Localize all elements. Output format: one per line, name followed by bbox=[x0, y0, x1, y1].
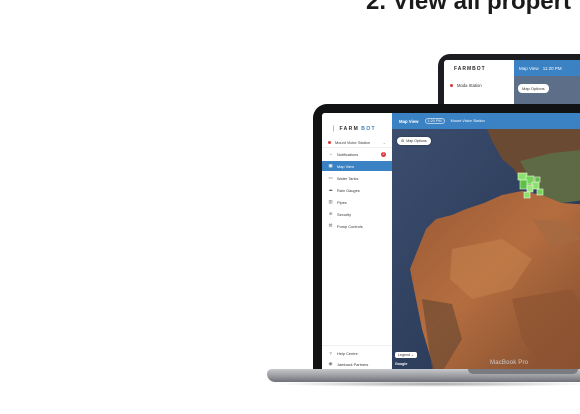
sidebar-item-label: Notifications bbox=[337, 151, 359, 157]
notification-badge: 2 bbox=[381, 151, 386, 157]
front-laptop-screen: ❘ FARM BOT Mount Victor Station ⌄ ◔ Notif… bbox=[322, 113, 580, 369]
back-station-label: Moda Station bbox=[457, 83, 482, 88]
sidebar-item-label: Water Tanks bbox=[337, 175, 359, 181]
topbar-station: Mount Victor Station bbox=[450, 119, 485, 123]
sidebar-item-partners[interactable]: ◉ Jamback Partners bbox=[322, 359, 392, 369]
help-icon: ? bbox=[329, 350, 332, 356]
back-topbar-time: 11:20 PM bbox=[542, 65, 562, 71]
leaf-icon: ❘ bbox=[331, 126, 338, 132]
station-name: Mount Victor Station bbox=[335, 139, 370, 145]
sidebar-item-pipes[interactable]: ▥ Pipes bbox=[322, 197, 392, 207]
front-laptop: ❘ FARM BOT Mount Victor Station ⌄ ◔ Notif… bbox=[313, 104, 580, 369]
sidebar-item-rain-gauges[interactable]: ☁ Rain Gauges bbox=[322, 185, 392, 195]
topbar: Map View 1:20 PM Mount Victor Station bbox=[392, 113, 580, 129]
rain-icon: ☁ bbox=[328, 187, 333, 192]
divider bbox=[322, 345, 392, 346]
tank-icon: ▭ bbox=[328, 175, 333, 180]
station-selector[interactable]: Mount Victor Station ⌄ bbox=[322, 137, 392, 147]
device-brand: MacBook Pro bbox=[490, 360, 529, 366]
sidebar-item-label: Map View bbox=[337, 163, 355, 169]
legend-label: Legend bbox=[398, 353, 410, 357]
sidebar-item-map-view[interactable]: ▣ Map View bbox=[322, 161, 392, 171]
sidebar: ❘ FARM BOT Mount Victor Station ⌄ ◔ Notif… bbox=[322, 113, 393, 369]
map-imagery bbox=[392, 129, 580, 369]
topbar-title: Map View bbox=[399, 118, 419, 124]
back-logo: FARMBOT bbox=[454, 66, 486, 72]
station-dot-icon bbox=[450, 84, 453, 87]
pump-icon: ⌘ bbox=[328, 223, 333, 228]
sidebar-item-label: Security bbox=[337, 211, 352, 217]
back-station-selector[interactable]: Moda Station bbox=[450, 83, 510, 88]
sidebar-item-pump-controls[interactable]: ⌘ Pump Controls bbox=[322, 221, 392, 231]
topbar-time: 1:20 PM bbox=[424, 118, 445, 124]
page-headline: 2. View all propert bbox=[366, 0, 571, 15]
sidebar-item-label: Pump Controls bbox=[337, 223, 363, 229]
sidebar-item-label: Pipes bbox=[337, 199, 347, 205]
laptop-notch bbox=[468, 369, 578, 374]
logo-prefix: FARM bbox=[339, 125, 360, 132]
sidebar-item-water-tanks[interactable]: ▭ Water Tanks bbox=[322, 173, 392, 183]
sidebar-item-label: Help Centre bbox=[337, 350, 358, 356]
farmbot-logo: ❘ FARM BOT bbox=[331, 125, 376, 133]
sidebar-item-security[interactable]: ⊚ Security bbox=[322, 209, 392, 219]
chevron-down-icon: ⌄ bbox=[411, 353, 415, 357]
settings-icon: ⚙ bbox=[401, 139, 405, 143]
divider bbox=[322, 147, 392, 148]
map-icon: ▣ bbox=[328, 163, 333, 168]
security-icon: ⊚ bbox=[328, 211, 333, 216]
logo-suffix: BOT bbox=[361, 125, 376, 132]
sidebar-item-label: Rain Gauges bbox=[337, 187, 360, 193]
chevron-down-icon: ⌄ bbox=[382, 139, 386, 145]
map-options-label: Map Options bbox=[406, 139, 427, 143]
back-topbar: Map View 11:20 PM bbox=[514, 60, 580, 76]
pipe-icon: ▥ bbox=[328, 199, 333, 204]
sidebar-item-help-centre[interactable]: ? Help Centre bbox=[322, 348, 392, 358]
partners-icon: ◉ bbox=[328, 361, 333, 366]
sidebar-item-notifications[interactable]: ◔ Notifications 2 bbox=[322, 149, 392, 159]
map-options-button[interactable]: ⚙ Map Options bbox=[397, 137, 431, 145]
back-topbar-title: Map View bbox=[519, 65, 539, 71]
sidebar-item-label: Jamback Partners bbox=[337, 361, 369, 367]
legend-button[interactable]: Legend ⌄ bbox=[395, 352, 418, 358]
back-map-options-button[interactable]: Map Options bbox=[518, 84, 549, 93]
map-credit: Google bbox=[395, 362, 408, 366]
bell-icon: ◔ bbox=[329, 151, 332, 157]
satellite-map[interactable]: ⚙ Map Options Legend ⌄ Google bbox=[392, 129, 580, 369]
station-dot-icon bbox=[328, 140, 331, 144]
